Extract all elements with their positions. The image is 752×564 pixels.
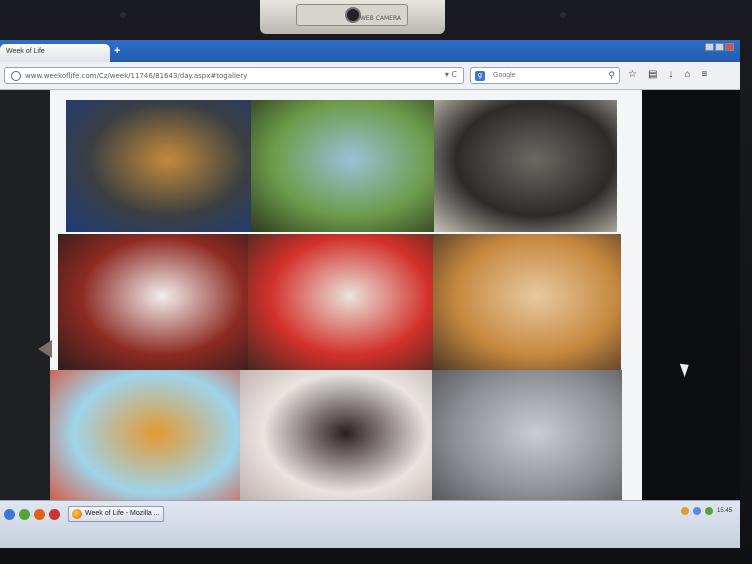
globe-icon <box>11 71 21 81</box>
tab-bar: Week of Life + <box>0 40 740 62</box>
tray-icon[interactable] <box>692 507 701 515</box>
photo-silhouette-person[interactable] <box>434 100 617 232</box>
menu-icon[interactable]: ≡ <box>701 69 707 80</box>
star-icon[interactable]: ☆ <box>628 69 637 80</box>
photo-grey-cat[interactable] <box>432 370 622 510</box>
page-margin-right <box>642 90 740 506</box>
quick-launch <box>4 509 60 520</box>
photo-woman-heart-shirt[interactable] <box>58 234 248 372</box>
search-icon[interactable]: ⚲ <box>608 70 615 81</box>
clock: 15:45 <box>716 508 732 514</box>
photo-man-red-shirt[interactable] <box>248 234 433 372</box>
previous-arrow-icon[interactable] <box>38 340 52 358</box>
webcam-lens <box>347 9 359 21</box>
search-input[interactable]: g Google ⚲ <box>470 67 620 84</box>
search-placeholder: Google <box>493 72 516 79</box>
tray-icon[interactable] <box>704 507 713 515</box>
minimize-button[interactable] <box>705 43 714 51</box>
opera-icon[interactable] <box>49 509 60 520</box>
google-icon: g <box>475 71 485 81</box>
home-icon[interactable]: ⌂ <box>684 69 690 80</box>
webcam: WEB CAMERA <box>260 0 445 34</box>
bezel-screw <box>120 12 126 18</box>
desktop-icon[interactable] <box>4 509 15 520</box>
firefox-icon <box>72 509 82 519</box>
photo-glasses-table[interactable] <box>433 234 621 372</box>
window-controls <box>705 43 734 51</box>
photo-gingerbread-hearts[interactable] <box>50 370 242 510</box>
tray-icon[interactable] <box>680 507 689 515</box>
maximize-button[interactable] <box>715 43 724 51</box>
reload-icon[interactable]: ▾ C <box>445 70 457 79</box>
photo-woman-with-cat[interactable] <box>240 370 432 510</box>
url-text: www.weekoflife.com/Cz/week/11746/81643/d… <box>25 72 248 80</box>
download-icon[interactable]: ↓ <box>668 69 673 80</box>
page-margin-left <box>0 90 50 506</box>
photo-cosmetics-table[interactable] <box>66 100 251 232</box>
nav-bar: www.weekoflife.com/Cz/week/11746/81643/d… <box>0 62 740 90</box>
taskbar-window-button[interactable]: Week of Life - Mozilla ... <box>68 506 164 522</box>
webcam-brand: WEB CAMERA <box>359 15 401 22</box>
explorer-icon[interactable] <box>19 509 30 520</box>
taskbar: Week of Life - Mozilla ... 15:45 <box>0 500 740 548</box>
address-bar[interactable]: www.weekoflife.com/Cz/week/11746/81643/d… <box>4 67 464 84</box>
system-tray: 15:45 <box>680 507 732 515</box>
screen: Week of Life + www.weekoflife.com/Cz/wee… <box>0 40 740 548</box>
toolbar-icons: ☆ ▤ ↓ ⌂ ≡ <box>628 69 707 80</box>
tab-title: Week of Life <box>6 48 45 55</box>
webcam-housing: WEB CAMERA <box>296 4 408 26</box>
photo-park-avenue-castle[interactable] <box>251 100 434 232</box>
firefox-icon[interactable] <box>34 509 45 520</box>
bezel-screw <box>560 12 566 18</box>
library-icon[interactable]: ▤ <box>648 69 657 80</box>
close-button[interactable] <box>725 43 734 51</box>
browser-tab[interactable]: Week of Life <box>0 44 110 62</box>
taskbar-window-label: Week of Life - Mozilla ... <box>85 510 160 517</box>
new-tab-button[interactable]: + <box>114 45 120 57</box>
